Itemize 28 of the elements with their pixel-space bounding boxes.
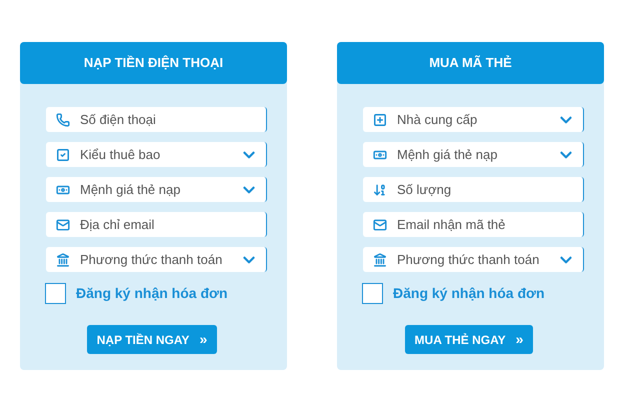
bank-icon	[373, 252, 387, 266]
checkbox[interactable]	[45, 283, 66, 304]
button-label: MUA THẺ NGAY	[414, 332, 506, 348]
mail-icon	[56, 218, 70, 232]
input-field[interactable]: Số lượng	[363, 177, 584, 202]
double-chevron-icon: »	[199, 329, 208, 350]
dropdown[interactable]: Nhà cung cấp	[363, 107, 584, 132]
dropdown[interactable]: Phương thức thanh toán	[46, 247, 267, 272]
checkbox[interactable]	[362, 283, 383, 304]
dropdown[interactable]: Kiểu thuê bao	[46, 142, 267, 167]
checkbox-label: Đăng ký nhận hóa đơn	[393, 284, 545, 303]
dropdown[interactable]: Mệnh giá thẻ nạp	[363, 142, 584, 167]
card-title: MUA MÃ THẺ	[429, 54, 512, 72]
mail-icon	[373, 218, 387, 232]
input-field[interactable]: Email nhận mã thẻ	[363, 212, 584, 237]
checked-box-icon	[56, 148, 70, 162]
button-label: NẠP TIỀN NGAY	[96, 332, 190, 348]
dropdown[interactable]: Phương thức thanh toán	[363, 247, 584, 272]
plus-square-icon	[373, 112, 387, 126]
dropdown[interactable]: Mệnh giá thẻ nạp	[46, 177, 267, 202]
bank-icon	[56, 252, 70, 266]
sort-numeric-icon	[373, 182, 387, 196]
input-field[interactable]: Địa chỉ email	[46, 212, 267, 237]
phone-icon	[56, 112, 70, 126]
double-chevron-icon: »	[516, 329, 524, 350]
card-title: NẠP TIỀN ĐIỆN THOẠI	[84, 54, 224, 72]
input-field[interactable]: Số điện thoại	[46, 107, 267, 132]
checkbox-label: Đăng ký nhận hóa đơn	[76, 284, 228, 303]
